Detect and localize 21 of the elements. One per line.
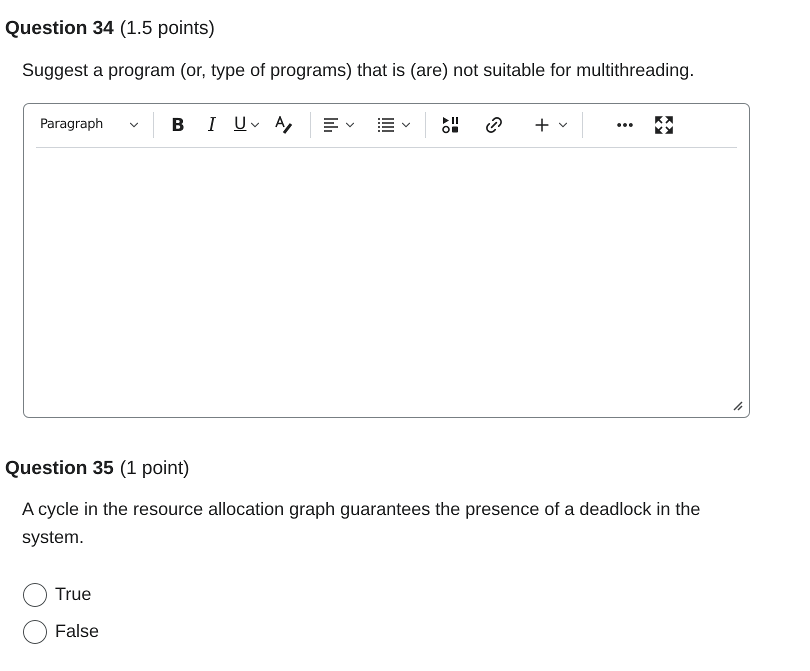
- media-icon[interactable]: [442, 116, 460, 134]
- option-label: False: [55, 620, 100, 643]
- radio-button[interactable]: [23, 582, 47, 606]
- question-prompt: A cycle in the resource allocation graph guarantees the presence of a deadlock in the system.: [21, 498, 702, 549]
- rich-text-editor[interactable]: Paragraph B I U: [23, 102, 750, 418]
- align-icon: [323, 117, 340, 133]
- question-points: (1 point): [120, 456, 190, 480]
- question-number: Question 34: [5, 17, 114, 41]
- question-number: Question 35: [5, 456, 114, 480]
- radio-button[interactable]: [23, 620, 47, 644]
- question-prompt: Suggest a program (or, type of programs) that is (are) not suitable for multithreading.: [21, 58, 696, 82]
- italic-button[interactable]: I: [194, 110, 230, 140]
- paragraph-dropdown[interactable]: Paragraph: [36, 115, 145, 135]
- list-icon: [377, 117, 396, 133]
- text-color-icon[interactable]: [274, 116, 294, 134]
- question-points: (1.5 points): [120, 17, 215, 41]
- option-label: True: [55, 583, 92, 606]
- fullscreen-icon[interactable]: [655, 116, 674, 134]
- bold-button[interactable]: B: [162, 112, 194, 138]
- resize-handle-icon[interactable]: [731, 398, 743, 410]
- underline-button[interactable]: U: [230, 112, 266, 138]
